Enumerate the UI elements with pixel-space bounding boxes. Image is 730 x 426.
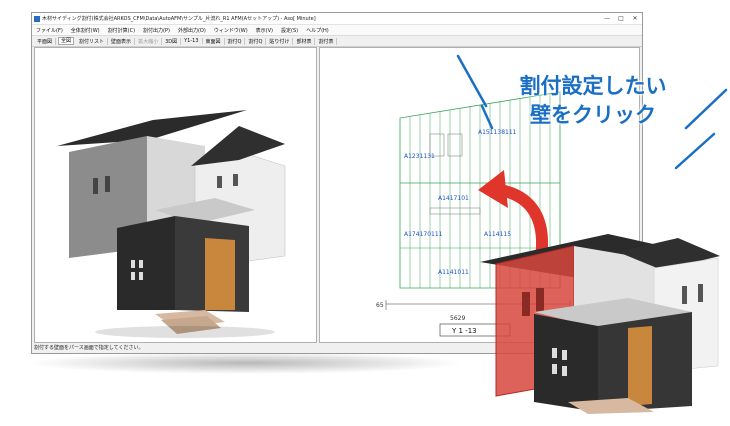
close-button[interactable]: ✕ (628, 15, 642, 22)
window-controls: — □ ✕ (600, 15, 642, 22)
minimize-button[interactable]: — (600, 15, 614, 22)
tool-q1[interactable]: 割付Q (225, 37, 246, 45)
label-a6: A1141011 (438, 269, 469, 276)
app-icon (34, 15, 40, 22)
menu-export[interactable]: 外部出力(O) (174, 27, 210, 34)
zoomed-house-illustration[interactable] (478, 216, 728, 416)
callout-line-2: 壁をクリック (530, 103, 656, 127)
callout-line-1: 割付設定したい (519, 74, 667, 98)
window-shadow (26, 352, 466, 374)
scale-select[interactable]: 全図 (58, 37, 75, 45)
view-label: Y 1 -13 (451, 327, 477, 335)
tool-paste[interactable]: 貼り付け (266, 37, 294, 45)
menu-window[interactable]: ウィンドウ(W) (210, 27, 252, 34)
menu-all-layout[interactable]: 全体割付(W) (67, 27, 104, 34)
title-bar: 木材サイディング割付(株式会社ARKOS_CFM\Data\AutoAFM\サン… (32, 13, 642, 25)
tool-q2[interactable]: 割付Q (245, 37, 267, 45)
dim-left: 65 (376, 302, 384, 309)
tool-layout-list[interactable]: 割付リスト (76, 37, 109, 45)
callout-text: 割付設定したい 壁をクリック (493, 72, 693, 130)
window-title: 木材サイディング割付(株式会社ARKOS_CFM\Data\AutoAFM\サン… (42, 16, 316, 22)
tool-plan[interactable]: 平面図 (34, 37, 57, 45)
tool-parts[interactable]: 部材表 (293, 37, 316, 45)
house-3d-illustration[interactable] (35, 48, 317, 343)
toolbar: 平面図 全図 割付リスト 壁面表示 拡大縮小 3D図 Y1-13 東面図 割付Q… (32, 36, 642, 47)
status-text: 割付する壁面をパース画面で指定してください。 (34, 345, 144, 351)
menu-help[interactable]: ヘルプ(H) (302, 27, 333, 34)
tool-3d[interactable]: 3D図 (162, 37, 182, 45)
menu-calc[interactable]: 割付計算(C) (104, 27, 139, 34)
tool-view-name[interactable]: Y1-13 (181, 38, 203, 44)
menu-view[interactable]: 表示(V) (252, 27, 277, 34)
dim-width: 5629 (450, 315, 465, 322)
maximize-button[interactable]: □ (614, 15, 628, 22)
menu-file[interactable]: ファイル(F) (32, 27, 67, 34)
label-a4: A174170111 (404, 231, 443, 238)
menu-bar: ファイル(F) 全体割付(W) 割付計算(C) 割付出力(P) 外部出力(O) … (32, 25, 642, 36)
tool-zoom[interactable]: 拡大縮小 (135, 37, 163, 45)
menu-output[interactable]: 割付出力(P) (139, 27, 174, 34)
label-a2: A1231131 (404, 153, 435, 160)
menu-settings[interactable]: 設定(S) (277, 27, 302, 34)
tool-wall-view[interactable]: 壁面表示 (108, 37, 136, 45)
tool-table[interactable]: 割付表 (315, 37, 338, 45)
tool-east[interactable]: 東面図 (203, 37, 225, 45)
perspective-view[interactable] (34, 47, 318, 343)
